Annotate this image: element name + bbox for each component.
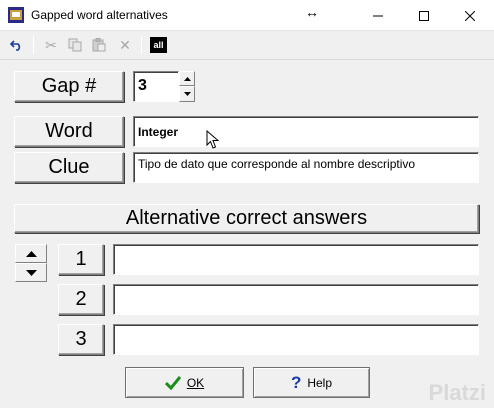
help-label: Help xyxy=(307,375,333,390)
clue-input[interactable]: Tipo de dato que corresponde al nombre d… xyxy=(133,152,479,183)
spin-down-icon xyxy=(183,92,191,96)
ok-label: OK xyxy=(186,375,205,390)
close-button[interactable] xyxy=(447,0,493,31)
maximize-icon xyxy=(419,10,429,21)
alternative-number-3: 3 xyxy=(58,324,104,355)
resize-arrows-icon: ↔ xyxy=(305,4,319,20)
maximize-button[interactable] xyxy=(401,0,447,31)
gap-label: Gap # xyxy=(14,71,124,102)
move-up-button[interactable] xyxy=(15,244,47,263)
word-value: Integer xyxy=(138,125,179,139)
app-icon[interactable] xyxy=(8,7,24,23)
select-all-icon[interactable]: all xyxy=(150,37,167,53)
toolbar-separator xyxy=(141,36,142,54)
gap-number-value: 3 xyxy=(138,77,147,94)
mouse-cursor-icon xyxy=(206,129,220,150)
gap-spin-up-button[interactable] xyxy=(179,71,195,86)
alternative-number-2: 2 xyxy=(58,284,104,315)
arrow-down-icon xyxy=(25,269,37,276)
paste-icon[interactable] xyxy=(90,36,108,54)
spin-up-icon xyxy=(183,76,191,81)
copy-icon[interactable] xyxy=(66,36,84,54)
clue-label: Clue xyxy=(14,152,124,183)
word-label: Word xyxy=(14,116,124,147)
move-down-button[interactable] xyxy=(15,263,47,282)
gap-number-input[interactable]: 3 xyxy=(133,71,179,102)
alternative-input-3[interactable] xyxy=(113,324,479,355)
ok-button[interactable]: OK xyxy=(125,367,244,398)
alternatives-header: Alternative correct answers xyxy=(14,204,479,233)
checkmark-icon xyxy=(164,375,181,390)
question-mark-icon: ? xyxy=(290,372,302,392)
undo-icon[interactable] xyxy=(8,36,26,54)
cut-icon[interactable]: ✂ xyxy=(42,36,60,54)
toolbar-separator xyxy=(33,36,34,54)
minimize-icon xyxy=(373,15,383,16)
gap-spin-down-button[interactable] xyxy=(179,86,195,102)
close-icon xyxy=(465,10,475,21)
arrow-up-icon xyxy=(25,250,37,257)
help-button[interactable]: ? Help xyxy=(253,367,370,398)
alternative-input-1[interactable] xyxy=(113,244,479,275)
minimize-button[interactable] xyxy=(355,0,401,31)
window-title: Gapped word alternatives xyxy=(31,8,168,22)
delete-icon[interactable]: ✕ xyxy=(116,36,134,54)
clue-value: Tipo de dato que corresponde al nombre d… xyxy=(138,157,416,171)
alternative-input-2[interactable] xyxy=(113,284,479,315)
platzi-watermark: Platzi xyxy=(428,380,486,405)
alternative-number-1: 1 xyxy=(58,244,104,275)
word-input[interactable]: Integer xyxy=(133,116,479,147)
